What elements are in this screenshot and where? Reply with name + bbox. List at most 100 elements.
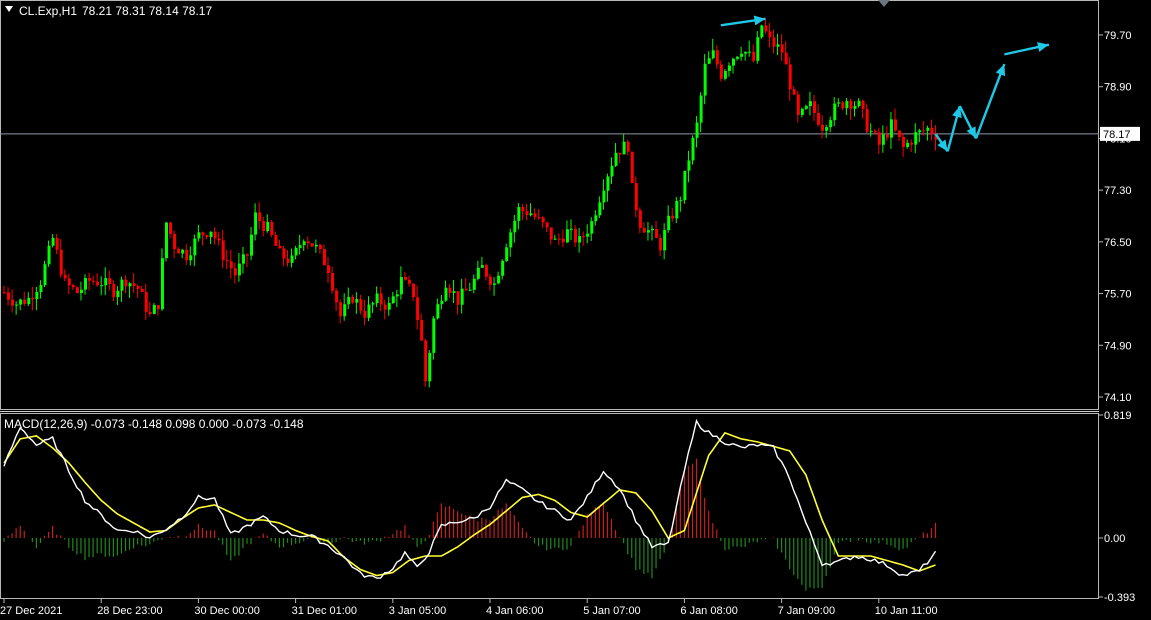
candle-body: [659, 237, 663, 251]
candle-body: [229, 261, 233, 269]
candle-body: [209, 231, 213, 238]
candle-body: [19, 299, 23, 305]
candle-body: [460, 288, 464, 305]
candle-body: [501, 260, 505, 276]
time-axis-label: 6 Jan 08:00: [680, 605, 738, 617]
price-axis-label: 79.70: [1104, 30, 1132, 42]
time-axis-label: 30 Dec 00:00: [194, 605, 259, 617]
candle-body: [152, 305, 156, 314]
candle-body: [610, 165, 614, 177]
candle-body: [497, 275, 501, 284]
candle-body: [804, 106, 808, 109]
candle-body: [31, 297, 35, 300]
candle-body: [910, 142, 914, 145]
macd-axis-label: -0.393: [1104, 592, 1135, 604]
candle-body: [586, 233, 590, 237]
candle-body: [225, 260, 229, 262]
candle-body: [869, 130, 873, 132]
candle-body: [630, 151, 634, 184]
candle-body: [456, 291, 460, 305]
candle-body: [541, 217, 545, 223]
candle-body: [853, 105, 857, 109]
candle-body: [829, 120, 833, 128]
symbol-label[interactable]: CL.Exp,H1: [19, 4, 77, 18]
candle-body: [837, 102, 841, 104]
candle-body: [857, 100, 861, 106]
candle-body: [359, 299, 363, 311]
candle-body: [335, 290, 339, 303]
current-price-tag: 78.17: [1100, 126, 1140, 141]
price-axis-label: 78.90: [1104, 82, 1132, 94]
time-axis-label: 4 Jan 06:00: [486, 605, 544, 617]
candle-body: [821, 124, 825, 131]
candle-body: [197, 232, 201, 239]
candle-body: [525, 211, 529, 216]
candle-body: [371, 303, 375, 305]
candle-body: [622, 141, 626, 155]
candle-body: [614, 152, 618, 166]
candle-body: [748, 51, 752, 53]
trading-terminal-chart[interactable]: CL.Exp,H1 78.21 78.31 78.14 78.17 MACD(1…: [0, 0, 1151, 620]
candle-body: [529, 213, 533, 216]
candle-body: [598, 202, 602, 216]
candle-body: [375, 293, 379, 304]
candle-body: [723, 70, 727, 79]
candle-body: [764, 25, 768, 32]
candle-body: [318, 244, 322, 250]
candle-body: [403, 277, 407, 280]
time-axis-label: 28 Dec 23:00: [97, 605, 162, 617]
candle-body: [841, 102, 845, 109]
candle-body: [699, 95, 703, 123]
candle-body: [379, 293, 383, 305]
macd-axis-label: 0.819: [1104, 410, 1132, 422]
candle-body: [784, 52, 788, 65]
candle-body: [246, 254, 249, 256]
candle-body: [549, 227, 553, 240]
time-axis-label: 10 Jan 11:00: [875, 605, 938, 617]
candle-body: [92, 280, 96, 282]
candle-body: [808, 101, 812, 107]
candle-body: [513, 220, 517, 233]
candle-body: [294, 247, 298, 256]
candle-body: [881, 134, 885, 145]
macd-indicator-label[interactable]: MACD(12,26,9) -0.073 -0.148 0.098 0.000 …: [4, 417, 304, 431]
candle-body: [173, 233, 177, 249]
candle-body: [331, 273, 335, 291]
candle-body: [727, 65, 731, 71]
candle-body: [408, 279, 411, 284]
candle-body: [703, 63, 707, 96]
candle-body: [140, 288, 144, 293]
candle-body: [667, 215, 671, 231]
candle-body: [23, 299, 27, 305]
candle-body: [217, 238, 221, 241]
candle-body: [11, 299, 15, 306]
candle-body: [493, 283, 497, 285]
time-axis-label: 27 Dec 2021: [0, 605, 62, 617]
candle-body: [367, 304, 371, 318]
candle-body: [432, 318, 436, 353]
candle-body: [505, 247, 509, 261]
candle-body: [43, 264, 47, 286]
candle-body: [266, 221, 270, 231]
candle-body: [715, 50, 719, 65]
candle-body: [565, 229, 569, 243]
candle-body: [679, 200, 683, 202]
candle-body: [120, 279, 124, 291]
candle-body: [570, 228, 573, 230]
candle-body: [796, 94, 800, 115]
candle-body: [355, 299, 359, 303]
candle-body: [671, 215, 675, 219]
candle-body: [545, 222, 549, 228]
candle-body: [254, 212, 258, 235]
candle-body: [112, 284, 116, 298]
candle-body: [3, 292, 6, 294]
candle-body: [148, 311, 152, 314]
candle-body: [181, 249, 185, 254]
candle-body: [889, 119, 893, 138]
candle-body: [185, 249, 189, 261]
candle-body: [521, 207, 525, 212]
candle-body: [290, 255, 294, 263]
candle-body: [270, 221, 274, 236]
candle-body: [420, 319, 424, 341]
candle-body: [221, 240, 225, 261]
